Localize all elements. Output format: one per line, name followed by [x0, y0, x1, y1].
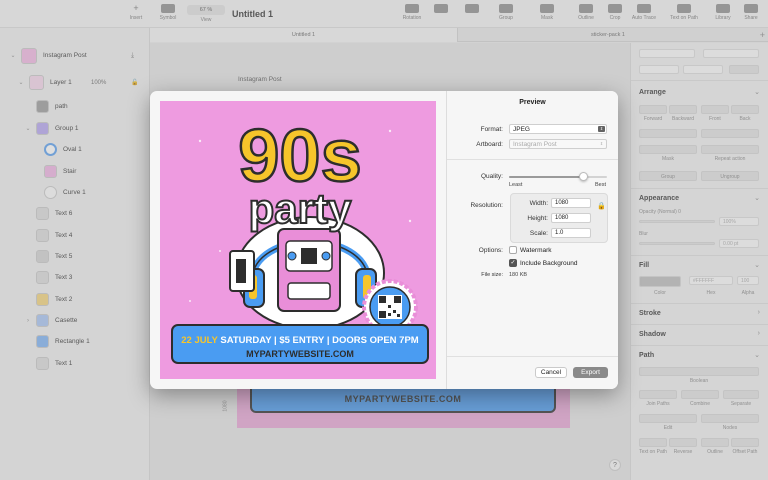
quality-min-label: Least — [509, 182, 523, 188]
chevron-updown-icon: ⇕ — [598, 126, 605, 132]
watermark-label: Watermark — [520, 247, 552, 254]
scale-label: Scale: — [529, 230, 548, 237]
cancel-button[interactable]: Cancel — [535, 367, 567, 378]
quality-slider-knob[interactable] — [578, 172, 588, 181]
height-label: Height: — [527, 215, 548, 222]
include-background-label: Include Background — [520, 260, 578, 267]
options-label: Options: — [478, 247, 503, 254]
export-button[interactable]: Export — [573, 367, 608, 378]
quality-label: Quality: — [480, 173, 503, 180]
include-background-checkbox[interactable]: ✓ — [509, 259, 517, 267]
export-dialog: 90s party 22 JULY SATURDAY | $5 ENTRY | … — [150, 91, 618, 389]
format-select[interactable]: JPEG ⇕ — [509, 124, 607, 134]
quality-slider[interactable] — [509, 172, 607, 181]
quality-max-label: Best — [595, 182, 607, 188]
resolution-label: Resolution: — [470, 202, 503, 209]
banner-details: 22 JULY SATURDAY | $5 ENTRY | DOORS OPEN… — [181, 335, 419, 346]
scale-input[interactable]: 1.0 — [551, 228, 591, 238]
quality-slider-fill — [509, 176, 584, 178]
export-settings-panel: Preview Format: JPEG ⇕ Artboard: Instagr… — [447, 91, 618, 389]
width-input[interactable]: 1080 — [551, 198, 591, 208]
export-preview-image: 90s party 22 JULY SATURDAY | $5 ENTRY | … — [160, 101, 436, 379]
lock-icon[interactable]: 🔒 — [597, 202, 606, 210]
height-input[interactable]: 1080 — [551, 213, 591, 223]
filesize-label: File size: — [481, 272, 503, 278]
artboard-label: Artboard: — [476, 141, 503, 148]
artboard-select[interactable]: Instagram Post ⇕ — [509, 139, 607, 149]
banner-website: MYPARTYWEBSITE.COM — [246, 349, 354, 359]
dialog-title: Preview — [519, 99, 546, 106]
watermark-checkbox[interactable] — [509, 246, 517, 254]
format-label: Format: — [480, 126, 503, 133]
width-label: Width: — [529, 200, 548, 207]
resolution-group: Width: 1080 Height: 1080 Scale: 1.0 🔒 — [510, 193, 608, 243]
filesize-value: 180 KB — [509, 272, 528, 278]
chevron-updown-icon: ⇕ — [599, 141, 604, 146]
poster-artwork: 90s party 22 JULY SATURDAY | $5 ENTRY | … — [171, 113, 429, 364]
subhead-text: party — [249, 185, 352, 232]
